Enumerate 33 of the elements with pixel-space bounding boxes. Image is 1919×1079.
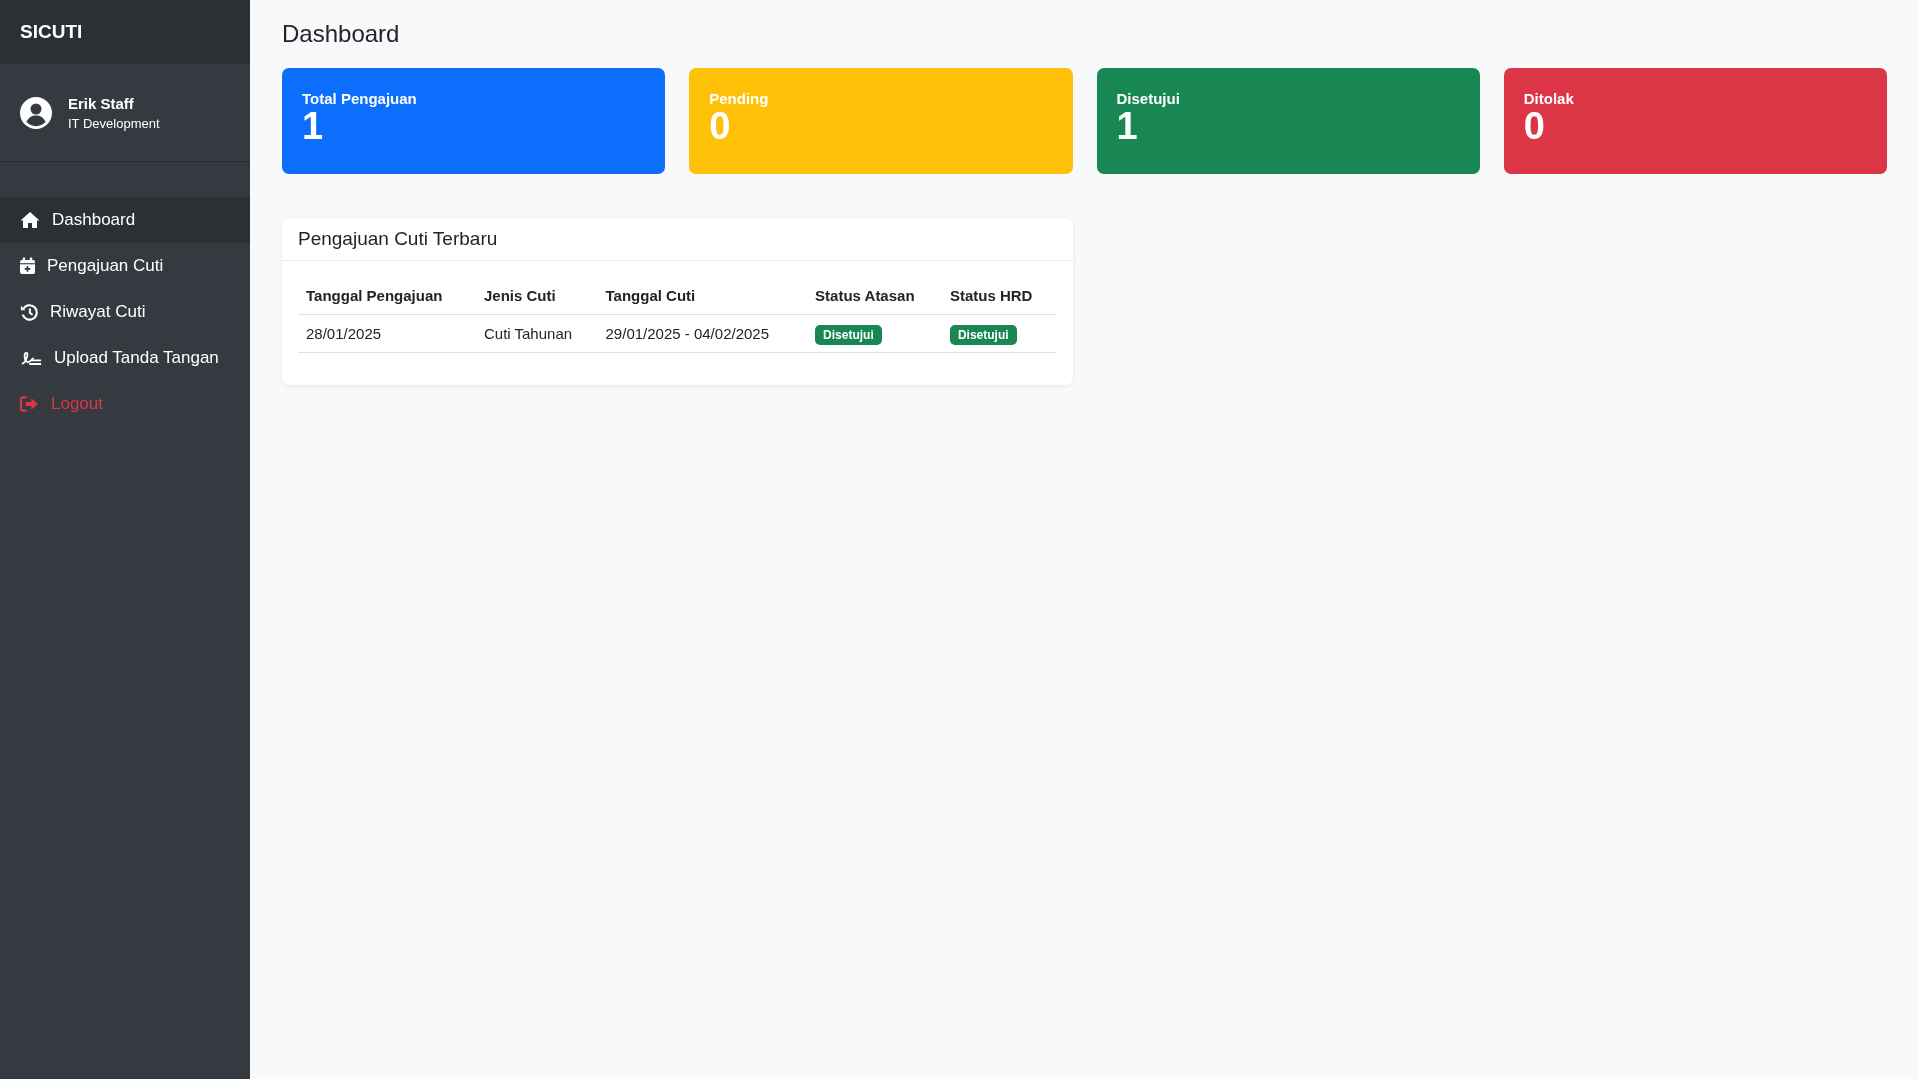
nav-item[interactable]: Riwayat Cuti	[0, 289, 250, 335]
nav-item[interactable]: Dashboard	[0, 197, 250, 243]
user-avatar-icon	[20, 96, 52, 129]
stat-label: Ditolak	[1523, 90, 1574, 107]
stat-value: 1	[1116, 107, 1138, 147]
user-department: IT Development	[68, 115, 160, 131]
logout-icon	[20, 396, 39, 412]
table-cell: 29/01/2025 - 04/02/2025	[605, 325, 769, 342]
home-icon	[20, 211, 40, 229]
stat-value: 1	[302, 107, 324, 147]
stat-label: Pending	[709, 90, 769, 107]
status-badge: Disetujui	[815, 325, 882, 345]
column-header: Jenis Cuti	[483, 287, 556, 304]
column-header: Tanggal Pengajuan	[306, 287, 443, 304]
history-icon	[20, 303, 38, 321]
stat-label: Disetujui	[1116, 90, 1180, 107]
stat-value: 0	[709, 107, 731, 147]
signature-icon	[20, 349, 42, 367]
card-title: Pengajuan Cuti Terbaru	[298, 228, 498, 249]
column-header: Status HRD	[949, 287, 1033, 304]
stat-label: Total Pengajuan	[302, 90, 417, 107]
table-cell: 28/01/2025	[306, 325, 382, 342]
brand-title: SICUTI	[20, 21, 83, 43]
column-header: Tanggal Cuti	[605, 287, 696, 304]
calendar-plus-icon	[20, 257, 35, 275]
nav-item[interactable]: Pengajuan Cuti	[0, 243, 250, 289]
table-cell: Cuti Tahunan	[483, 325, 573, 342]
column-header: Status Atasan	[815, 287, 915, 304]
nav-item[interactable]: Upload Tanda Tangan	[0, 335, 250, 381]
status-badge: Disetujui	[949, 325, 1017, 345]
stat-value: 0	[1523, 107, 1545, 147]
page-title: Dashboard	[282, 20, 401, 48]
user-name: Erik Staff	[68, 94, 135, 112]
